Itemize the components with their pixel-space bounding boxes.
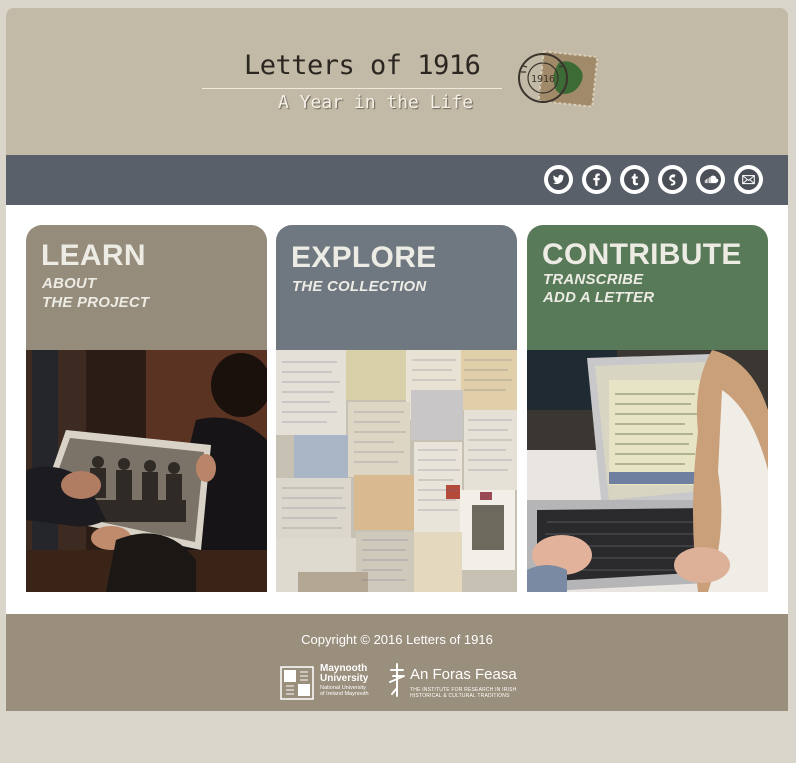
tumblr-icon — [624, 169, 645, 190]
maynooth-crest-icon — [280, 666, 314, 700]
learn-subtitle-line1: ABOUT — [42, 275, 97, 292]
facebook-icon — [586, 169, 607, 190]
learn-subtitle-line2: THE PROJECT — [42, 294, 150, 311]
contribute-card[interactable]: CONTRIBUTE TRANSCRIBE ADD A LETTER — [527, 225, 768, 592]
learn-card-header: LEARN ABOUT THE PROJECT — [26, 225, 267, 350]
stamp-year: 1916 — [531, 74, 555, 85]
social-bar — [6, 155, 788, 205]
explore-subtitle-line1: THE COLLECTION — [292, 278, 427, 295]
site-footer: Copyright © 2016 Letters of 1916 Maynoot… — [6, 614, 788, 711]
maynooth-subtitle: National University of Ireland Maynooth — [320, 685, 369, 697]
an-foras-feasa-logo[interactable]: An Foras Feasa THE INSTITUTE FOR RESEARC… — [388, 662, 518, 702]
contribute-photo — [527, 350, 768, 592]
contribute-subtitle-line2: ADD A LETTER — [543, 289, 655, 306]
tumblr-button[interactable] — [620, 165, 649, 194]
learn-card[interactable]: LEARN ABOUT THE PROJECT — [26, 225, 267, 592]
copyright-text: Copyright © 2016 Letters of 1916 — [301, 632, 493, 647]
explore-card-header: EXPLORE THE COLLECTION — [276, 225, 517, 350]
title-rule — [202, 88, 502, 89]
soundcloud-icon — [700, 169, 721, 190]
main-content: LEARN ABOUT THE PROJECT EXPLORE THE COLL… — [6, 205, 788, 614]
contribute-card-header: CONTRIBUTE TRANSCRIBE ADD A LETTER — [527, 225, 768, 350]
contribute-title: CONTRIBUTE — [542, 238, 742, 271]
an-foras-feasa-name: An Foras Feasa — [410, 666, 517, 683]
site-subtitle: A Year in the Life — [278, 92, 474, 113]
storify-icon — [662, 169, 683, 190]
email-icon — [738, 169, 759, 190]
maynooth-name: Maynooth University — [320, 663, 369, 684]
maynooth-university-logo[interactable]: Maynooth University National University … — [280, 664, 380, 702]
email-button[interactable] — [734, 165, 763, 194]
an-foras-feasa-subtitle: THE INSTITUTE FOR RESEARCH IN IRISH HIST… — [410, 687, 517, 699]
postage-stamp-icon: 1916 — [518, 50, 599, 108]
twitter-button[interactable] — [544, 165, 573, 194]
explore-card[interactable]: EXPLORE THE COLLECTION — [276, 225, 517, 592]
facebook-button[interactable] — [582, 165, 611, 194]
learn-photo — [26, 350, 267, 592]
an-foras-feasa-mark-icon — [389, 663, 405, 697]
soundcloud-button[interactable] — [696, 165, 725, 194]
explore-title: EXPLORE — [291, 241, 437, 274]
explore-photo — [276, 350, 517, 592]
site-header: Letters of 1916 A Year in the Life 1916 — [6, 8, 788, 155]
site-title[interactable]: Letters of 1916 — [244, 50, 481, 81]
learn-title: LEARN — [41, 239, 146, 272]
contribute-subtitle-line1: TRANSCRIBE — [543, 271, 644, 288]
storify-button[interactable] — [658, 165, 687, 194]
site-frame: Letters of 1916 A Year in the Life 1916 — [6, 8, 788, 711]
twitter-icon — [548, 169, 569, 190]
